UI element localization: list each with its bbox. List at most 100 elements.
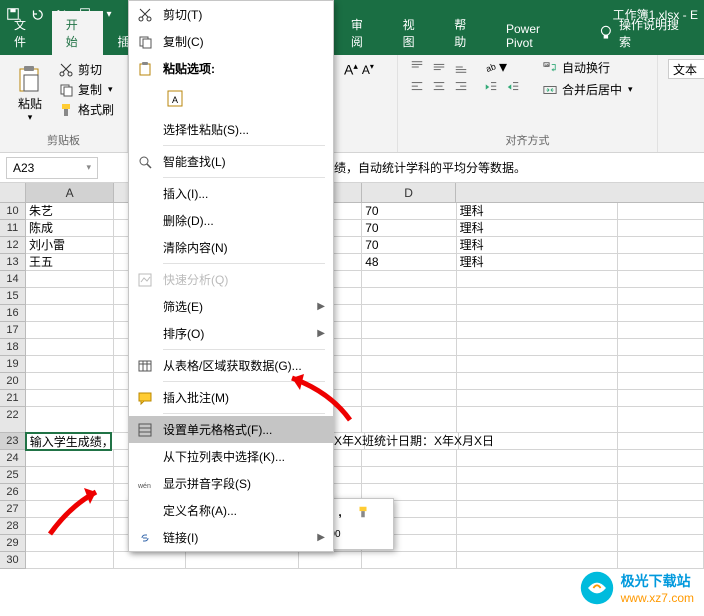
align-center-icon[interactable]: [430, 79, 448, 95]
cell[interactable]: [457, 552, 618, 569]
cell[interactable]: [618, 390, 704, 407]
row-header[interactable]: 16: [0, 305, 26, 322]
tab-powerpivot[interactable]: Power Pivot: [492, 17, 583, 55]
cell[interactable]: [457, 322, 618, 339]
cut-button[interactable]: 剪切: [58, 61, 114, 78]
row-header[interactable]: 10: [0, 203, 26, 220]
cm-paste-special[interactable]: 选择性粘贴(S)...: [129, 116, 333, 143]
cell[interactable]: [457, 288, 618, 305]
cell[interactable]: [26, 407, 114, 433]
cell[interactable]: [26, 356, 114, 373]
col-header-d[interactable]: D: [362, 183, 456, 202]
cell[interactable]: [618, 535, 704, 552]
cell[interactable]: [618, 203, 704, 220]
row-header[interactable]: 28: [0, 518, 26, 535]
cell[interactable]: [186, 552, 299, 569]
cm-delete[interactable]: 删除(D)...: [129, 207, 333, 234]
cell[interactable]: 陈成: [26, 220, 114, 237]
row-header[interactable]: 11: [0, 220, 26, 237]
cell[interactable]: [618, 518, 704, 535]
cell[interactable]: [618, 237, 704, 254]
cm-insert[interactable]: 插入(I)...: [129, 180, 333, 207]
row-header[interactable]: 25: [0, 467, 26, 484]
cell[interactable]: [362, 390, 456, 407]
row-header[interactable]: 22: [0, 407, 26, 433]
cell[interactable]: [362, 450, 456, 467]
formula-bar-text[interactable]: 戈绩，自动统计学科的平均分等数据。: [310, 159, 526, 176]
cell[interactable]: [362, 271, 456, 288]
orientation-icon[interactable]: ab▾: [482, 59, 508, 75]
row-header[interactable]: 29: [0, 535, 26, 552]
cell[interactable]: [457, 390, 618, 407]
cell[interactable]: 朱艺: [26, 203, 114, 220]
select-all-box[interactable]: [0, 183, 26, 202]
cell[interactable]: 输入学生成绩，: [25, 432, 113, 451]
cell[interactable]: 理科: [457, 254, 618, 271]
align-top-icon[interactable]: [408, 59, 426, 75]
cell[interactable]: [457, 339, 618, 356]
cell[interactable]: [618, 450, 704, 467]
cell[interactable]: [618, 373, 704, 390]
cell[interactable]: [362, 407, 456, 433]
cell[interactable]: [618, 501, 704, 518]
paste-button[interactable]: 粘贴 ▾: [10, 59, 50, 127]
tab-file[interactable]: 文件: [0, 11, 52, 55]
align-left-icon[interactable]: [408, 79, 426, 95]
row-header[interactable]: 20: [0, 373, 26, 390]
row-header[interactable]: 26: [0, 484, 26, 501]
cell[interactable]: [618, 322, 704, 339]
merge-center-button[interactable]: 合并后居中▾: [542, 81, 633, 98]
paste-option-keep-source[interactable]: A: [163, 86, 187, 110]
cell[interactable]: [457, 450, 618, 467]
cell[interactable]: [457, 305, 618, 322]
col-header-a[interactable]: A: [26, 183, 114, 202]
cell[interactable]: [618, 305, 704, 322]
cell[interactable]: [362, 552, 456, 569]
cell[interactable]: [618, 407, 704, 433]
cell[interactable]: [618, 433, 704, 450]
cell[interactable]: [457, 373, 618, 390]
format-painter-icon[interactable]: [354, 503, 372, 521]
cm-clear-contents[interactable]: 清除内容(N): [129, 234, 333, 261]
row-header[interactable]: 19: [0, 356, 26, 373]
cell[interactable]: [618, 220, 704, 237]
increase-indent-icon[interactable]: [504, 79, 522, 95]
cell[interactable]: [457, 356, 618, 373]
row-header[interactable]: 14: [0, 271, 26, 288]
row-header[interactable]: 23: [0, 433, 26, 450]
copy-button[interactable]: 复制▾: [58, 81, 114, 98]
cm-smart-lookup[interactable]: 智能查找(L): [129, 148, 333, 175]
cell[interactable]: [26, 339, 114, 356]
increase-font-icon[interactable]: A▴: [344, 61, 358, 78]
cm-sort[interactable]: 排序(O)▶: [129, 320, 333, 347]
cell[interactable]: [26, 467, 114, 484]
cell[interactable]: [618, 271, 704, 288]
tell-me[interactable]: 操作说明搜索: [583, 11, 704, 55]
row-header[interactable]: 27: [0, 501, 26, 518]
number-format-dropdown[interactable]: 文本: [668, 59, 704, 79]
cm-link[interactable]: 链接(I)▶: [129, 524, 333, 551]
row-header[interactable]: 18: [0, 339, 26, 356]
tab-help[interactable]: 帮助: [440, 11, 492, 55]
cm-pick-from-dropdown[interactable]: 从下拉列表中选择(K)...: [129, 443, 333, 470]
cell[interactable]: [26, 288, 114, 305]
cell[interactable]: [26, 305, 114, 322]
cell[interactable]: [457, 518, 618, 535]
cell[interactable]: [362, 373, 456, 390]
wrap-text-button[interactable]: ab 自动换行: [542, 59, 633, 76]
cell[interactable]: 王五: [26, 254, 114, 271]
row-header[interactable]: 12: [0, 237, 26, 254]
row-header[interactable]: 17: [0, 322, 26, 339]
cell[interactable]: [618, 484, 704, 501]
align-middle-icon[interactable]: [430, 59, 448, 75]
cell[interactable]: 48: [362, 254, 456, 271]
cell[interactable]: [26, 271, 114, 288]
cell[interactable]: [114, 552, 186, 569]
tab-home[interactable]: 开始: [52, 11, 104, 55]
cell[interactable]: [362, 339, 456, 356]
cell[interactable]: 理科: [457, 237, 618, 254]
cm-filter[interactable]: 筛选(E)▶: [129, 293, 333, 320]
cell[interactable]: [457, 407, 618, 433]
tab-review[interactable]: 审阅: [337, 11, 389, 55]
cell[interactable]: 理科: [457, 203, 618, 220]
